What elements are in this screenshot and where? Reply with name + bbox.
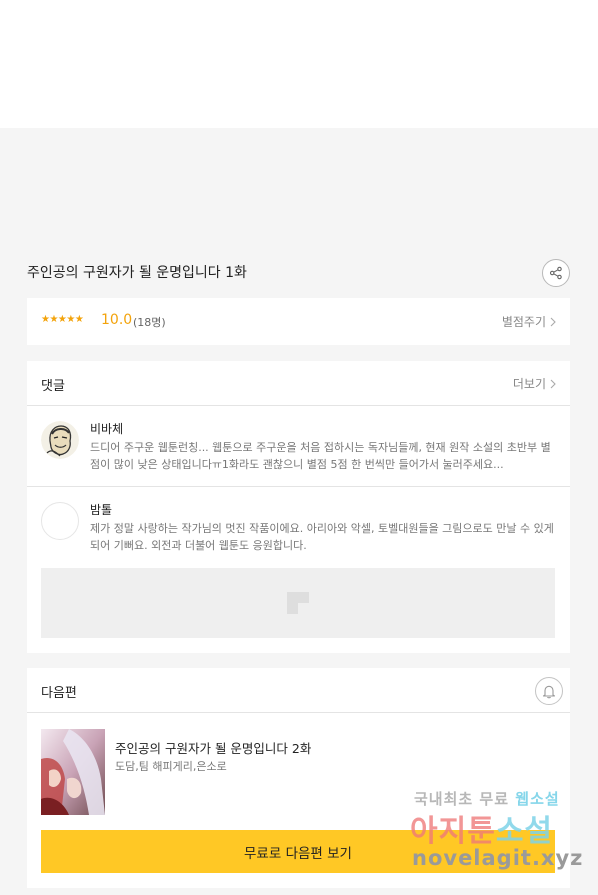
watermark-line2-highlight: 소설 — [495, 814, 554, 849]
next-episode-header: 다음편 — [27, 668, 570, 713]
comments-header: 댓글 더보기 — [27, 361, 570, 406]
rate-button[interactable]: 별점주기 — [502, 313, 556, 330]
watermark-line2: 아지툰소설 — [410, 806, 553, 850]
next-episode-thumbnail[interactable] — [41, 729, 105, 815]
comments-card: 댓글 더보기 비바체 드디어 주구운 웹툰런칭... 웹툰으로 주구운을 처음 … — [27, 361, 570, 653]
comment-nickname: 비바체 — [90, 422, 124, 436]
avatar — [41, 502, 79, 540]
user-avatar-icon — [41, 421, 79, 459]
comment-text: 드디어 주구운 웹툰런칭... 웹툰으로 주구운을 처음 접하시는 독자님들께,… — [90, 441, 551, 471]
comments-more-button[interactable]: 더보기 — [513, 375, 556, 392]
watermark: 국내최초 무료 웹소설 아지툰소설 novelagit.xyz — [410, 788, 584, 888]
comment-item: 비바체 드디어 주구운 웹툰런칭... 웹툰으로 주구운을 처음 접하시는 독자… — [27, 407, 570, 487]
comment-image-placeholder — [41, 568, 555, 638]
webtoon-thumbnail-image — [41, 729, 105, 815]
episode-title: 주인공의 구원자가 될 운명입니다 1화 — [27, 265, 247, 281]
watermark-url: novelagit.xyz — [412, 846, 584, 870]
rating-card: ★★★★★ 10.0 (18명) 별점주기 — [27, 298, 570, 345]
comment-item: 밤톨 제가 정말 사랑하는 작가님의 멋진 작품이에요. 아리아와 악셀, 토벨… — [27, 488, 570, 652]
episode-title-row: 주인공의 구원자가 될 운명입니다 1화 — [27, 258, 570, 288]
notification-bell-button[interactable] — [535, 677, 563, 705]
rate-button-label: 별점주기 — [501, 315, 546, 329]
share-icon — [549, 266, 562, 280]
chevron-right-icon — [550, 317, 556, 326]
next-episode-authors: 도담,팀 해피게리,은소로 — [115, 760, 227, 773]
comment-text: 제가 정말 사랑하는 작가님의 멋진 작품이에요. 아리아와 악셀, 토벨대원들… — [90, 522, 554, 552]
next-episode-title[interactable]: 주인공의 구원자가 될 운명입니다 2화 — [115, 738, 311, 757]
image-placeholder-icon — [287, 592, 309, 614]
comments-title: 댓글 — [41, 379, 65, 394]
rating-score: 10.0 — [101, 312, 133, 328]
bell-icon — [542, 685, 556, 698]
next-episode-heading: 다음편 — [41, 686, 77, 701]
share-button[interactable] — [542, 259, 570, 287]
rating-count: (18명) — [133, 316, 166, 329]
top-blank-area — [0, 0, 598, 128]
rating-stars: ★★★★★ — [41, 314, 84, 325]
comment-nickname: 밤톨 — [90, 503, 113, 517]
avatar — [41, 421, 79, 459]
chevron-right-icon — [550, 379, 556, 388]
comments-more-label: 더보기 — [512, 377, 546, 391]
watermark-line2-text: 아지툰 — [410, 814, 496, 849]
